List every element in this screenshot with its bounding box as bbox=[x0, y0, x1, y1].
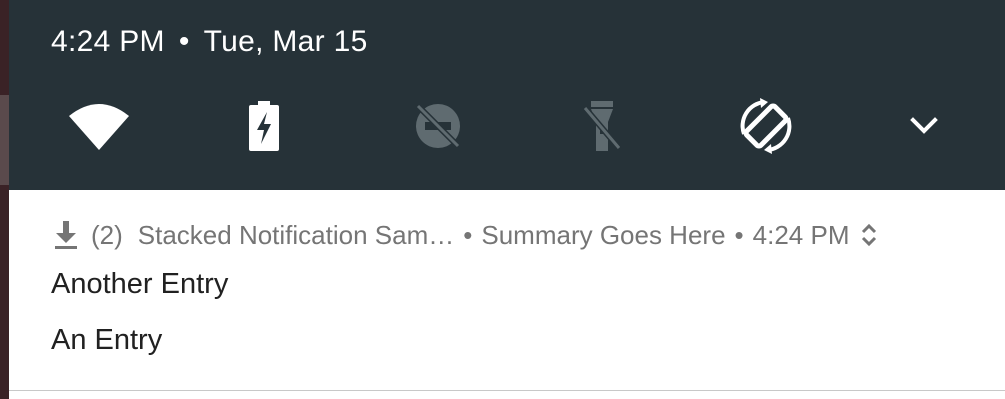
download-icon bbox=[55, 221, 77, 249]
notification-shade-screen: 4:24 PM • Tue, Mar 15 (2) Stacked Notifi… bbox=[0, 0, 1005, 399]
expand-quick-settings-button[interactable] bbox=[884, 95, 964, 157]
wallpaper-edge-highlight bbox=[0, 95, 9, 185]
qs-tile-battery[interactable] bbox=[224, 95, 304, 157]
header-separator: • bbox=[178, 25, 190, 58]
wallpaper-edge bbox=[0, 0, 9, 399]
clock-time: 4:24 PM bbox=[51, 25, 165, 58]
header-dot-2: • bbox=[734, 219, 744, 250]
notification-count: (2) bbox=[91, 219, 123, 250]
shade-bottom bbox=[9, 391, 1005, 399]
qs-tile-flashlight[interactable] bbox=[562, 95, 642, 157]
date-label[interactable]: Tue, Mar 15 bbox=[204, 25, 368, 59]
expand-collapse-icon[interactable] bbox=[861, 222, 877, 248]
chevron-down-icon bbox=[910, 117, 938, 134]
qs-tile-do-not-disturb[interactable] bbox=[398, 95, 478, 157]
do-not-disturb-off-icon bbox=[415, 103, 461, 149]
wifi-icon bbox=[69, 104, 129, 150]
summary-text: Summary Goes Here bbox=[481, 219, 726, 250]
qs-tile-wifi[interactable] bbox=[59, 95, 139, 157]
qs-tile-auto-rotate[interactable] bbox=[726, 95, 806, 157]
header-dot-1: • bbox=[463, 219, 473, 250]
stacked-notification-card[interactable]: (2) Stacked Notification Sam… • Summary … bbox=[9, 190, 1005, 390]
flashlight-off-icon bbox=[582, 101, 622, 151]
notification-time: 4:24 PM bbox=[752, 219, 850, 250]
app-name: Stacked Notification Sam… bbox=[137, 219, 455, 250]
quick-settings-row bbox=[9, 95, 1005, 157]
auto-rotate-icon bbox=[740, 98, 792, 154]
battery-charging-icon bbox=[249, 101, 279, 151]
status-header: 4:24 PM • Tue, Mar 15 bbox=[51, 22, 368, 62]
notification-entry-2: An Entry bbox=[51, 324, 163, 356]
notification-header[interactable]: (2) Stacked Notification Sam… • Summary … bbox=[53, 218, 877, 252]
notification-entry-1: Another Entry bbox=[51, 268, 229, 300]
